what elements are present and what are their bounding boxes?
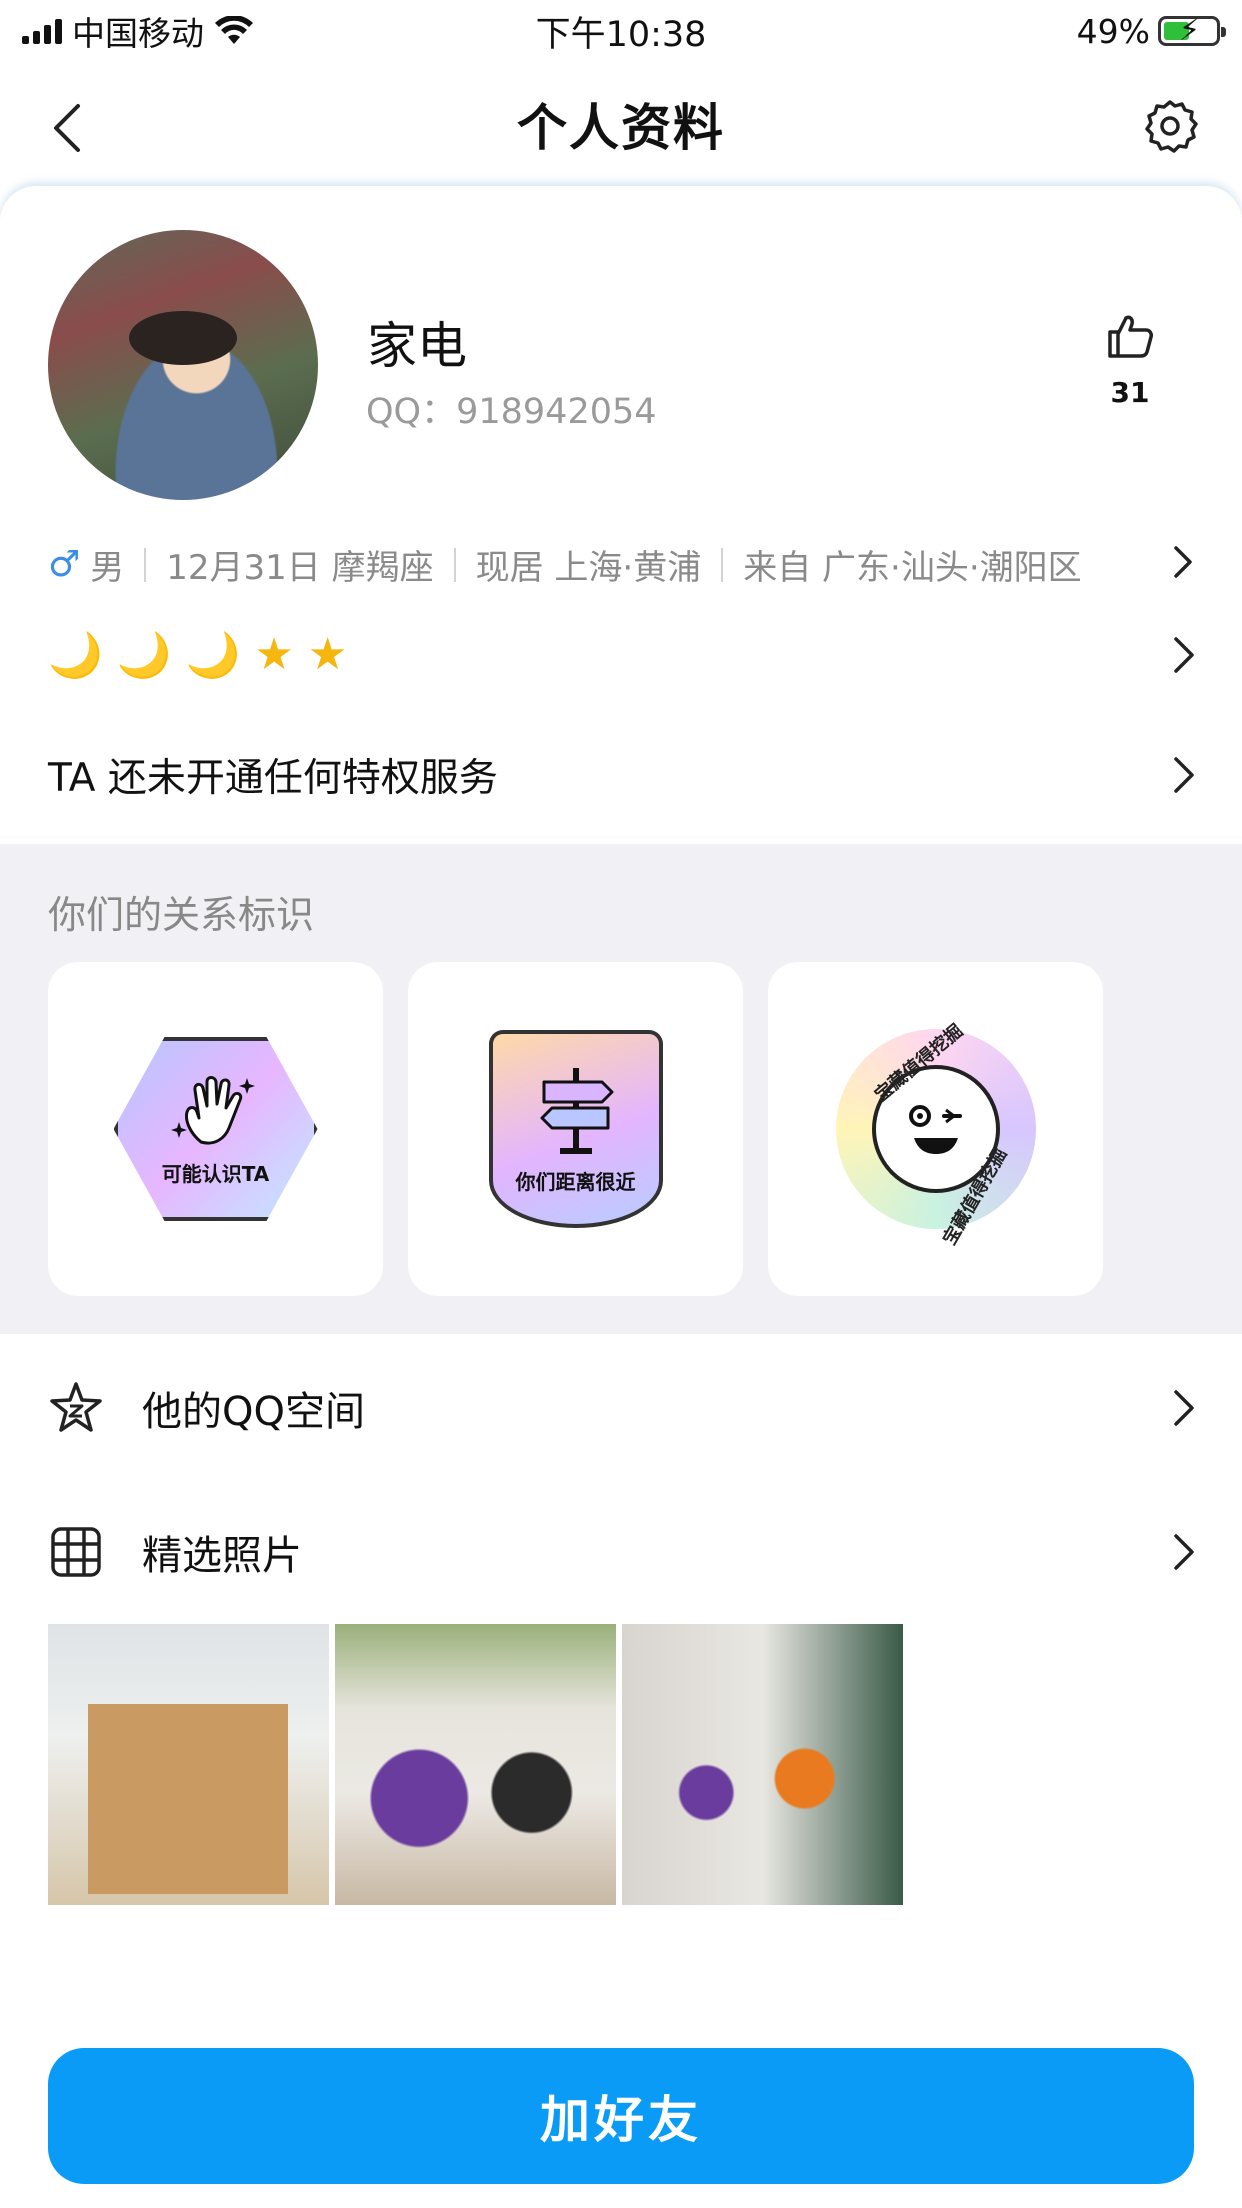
status-time: 下午10:38 [535, 14, 707, 55]
badge-label: 你们距离很近 [515, 1169, 636, 1194]
avatar[interactable] [48, 230, 318, 500]
back-icon[interactable] [40, 98, 100, 158]
divider [144, 547, 147, 582]
star-icon: ★ [307, 629, 348, 680]
star-icon: ★ [254, 629, 294, 680]
level-icons: 🌙 🌙 🌙 ★ ★ [48, 629, 347, 681]
badge-nearby: 你们距离很近 [488, 1030, 663, 1228]
nav-bar: 个人资料 [0, 62, 1242, 186]
chevron-right-icon [1174, 637, 1194, 673]
moon-icon: 🌙 [48, 630, 103, 681]
male-icon: ♂ [48, 544, 81, 585]
like-count: 31 [1110, 376, 1150, 409]
photo-thumbnail[interactable] [48, 1624, 329, 1905]
photos-label: 精选照片 [142, 1533, 302, 1579]
divider [721, 547, 724, 582]
status-bar: 中国移动 下午10:38 49% ⚡ [0, 0, 1242, 62]
qq-label: QQ： [366, 392, 457, 432]
badge-treasure: 宝藏值得挖掘 宝藏值得挖掘 [835, 1020, 1036, 1249]
info-row[interactable]: ♂ 男 12月31日 摩羯座 现居 上海·黄浦 来自 广东·汕头·潮阳区 [48, 540, 1202, 589]
gear-icon[interactable] [1142, 98, 1198, 154]
privilege-row[interactable]: TA 还未开通任何特权服务 [48, 740, 1202, 810]
qzone-row[interactable]: 他的QQ空间 [48, 1368, 1202, 1448]
relationship-section: 你们的关系标识 可能认识TA 你们距离很近 宝藏值得挖掘 宝藏值得挖掘 [0, 844, 1242, 1334]
battery-icon: ⚡ [1158, 13, 1226, 48]
signpost-icon [540, 1067, 613, 1154]
like-button[interactable]: 31 [1098, 310, 1162, 409]
chevron-right-icon [1174, 1534, 1194, 1570]
relationship-cards: 可能认识TA 你们距离很近 宝藏值得挖掘 宝藏值得挖掘 [48, 962, 1103, 1296]
photo-thumbnail[interactable] [622, 1624, 903, 1905]
hometown: 来自 广东·汕头·潮阳区 [743, 548, 1082, 588]
photos-row[interactable]: 精选照片 [48, 1512, 1202, 1592]
chevron-right-icon [1174, 757, 1194, 793]
chevron-right-icon [1162, 542, 1202, 582]
moon-icon: 🌙 [185, 630, 241, 681]
privilege-text: TA 还未开通任何特权服务 [48, 756, 498, 801]
nickname: 家电 [367, 317, 467, 375]
relationship-card-know[interactable]: 可能认识TA [48, 962, 383, 1296]
thumbs-up-icon [1108, 315, 1153, 358]
featured-photos [48, 1624, 903, 1905]
badge-label: 可能认识TA [161, 1161, 270, 1186]
residence: 现居 上海·黄浦 [475, 548, 702, 588]
divider [453, 547, 456, 582]
gender: 男 [90, 548, 125, 588]
relationship-card-nearby[interactable]: 你们距离很近 [408, 962, 743, 1296]
photo-thumbnail[interactable] [335, 1624, 616, 1905]
relationship-title: 你们的关系标识 [48, 893, 315, 937]
birthday: 12月31日 摩羯座 [166, 548, 434, 588]
qzone-label: 他的QQ空间 [142, 1389, 365, 1435]
add-friend-button[interactable]: 加好友 [48, 2048, 1194, 2184]
qq-number-value: 918942054 [456, 392, 657, 432]
level-row[interactable]: 🌙 🌙 🌙 ★ ★ [48, 620, 1202, 690]
page-title: 个人资料 [517, 99, 725, 157]
chevron-right-icon [1174, 1390, 1194, 1426]
relationship-card-treasure[interactable]: 宝藏值得挖掘 宝藏值得挖掘 [768, 962, 1103, 1296]
waving-hand-icon [170, 1075, 255, 1144]
qzone-star-icon [50, 1382, 102, 1432]
qq-number: QQ：918942054 [366, 383, 657, 434]
grid-icon [51, 1527, 101, 1577]
badge-know: 可能认识TA [113, 1037, 318, 1221]
moon-icon: 🌙 [116, 630, 172, 681]
